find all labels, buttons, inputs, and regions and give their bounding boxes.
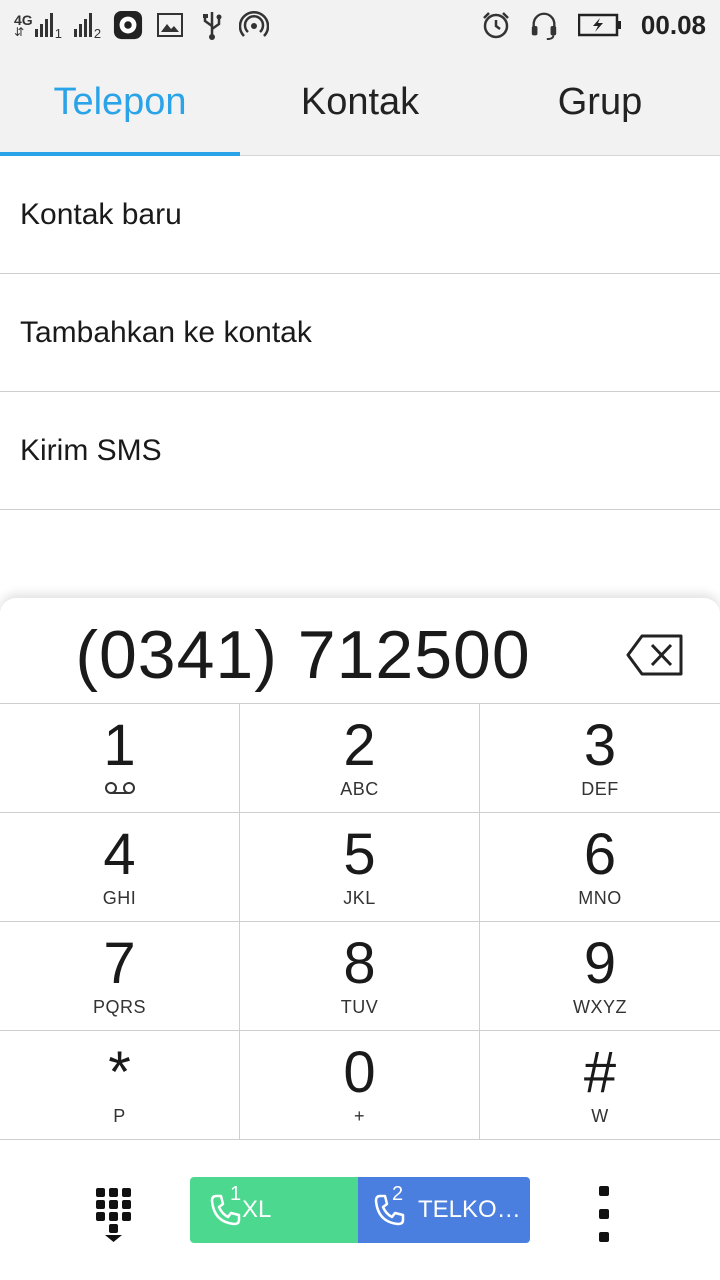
hotspot-icon xyxy=(239,10,270,40)
key-2[interactable]: 2 ABC xyxy=(240,704,480,813)
key-4[interactable]: 4 GHI xyxy=(0,813,240,922)
key-letters: W xyxy=(591,1105,609,1126)
add-to-contact-option[interactable]: Tambahkan ke kontak xyxy=(0,274,720,392)
music-icon xyxy=(113,10,143,40)
key-letters: P xyxy=(113,1105,126,1126)
dialed-number: (0341) 712500 xyxy=(75,617,531,693)
tab-telepon[interactable]: Telepon xyxy=(0,50,240,156)
status-bar: 4G ⇵ 1 2 00.08 xyxy=(0,0,720,50)
call-buttons: 1 XL 2 TELKOM... xyxy=(190,1177,530,1243)
key-digit: 8 xyxy=(343,930,376,996)
sim1-label: 1 xyxy=(54,26,62,41)
tab-bar: Telepon Kontak Grup xyxy=(0,50,720,156)
key-letters: WXYZ xyxy=(573,996,627,1017)
key-digit: 1 xyxy=(103,712,136,778)
key-digit: 7 xyxy=(103,930,136,996)
key-letters: PQRS xyxy=(92,996,146,1017)
sim2-label: 2 xyxy=(93,26,102,41)
key-letters: MNO xyxy=(578,887,622,908)
new-contact-option[interactable]: Kontak baru xyxy=(0,156,720,274)
backspace-icon[interactable] xyxy=(626,634,684,676)
dialer-action-bar: 1 XL 2 TELKOM... xyxy=(0,1142,720,1280)
key-1[interactable]: 1 xyxy=(0,704,240,813)
key-star[interactable]: * P xyxy=(0,1031,240,1140)
key-digit: 9 xyxy=(583,930,617,996)
key-digit: 3 xyxy=(583,712,617,778)
key-3[interactable]: 3 DEF xyxy=(480,704,720,813)
alarm-icon xyxy=(481,10,511,40)
usb-icon xyxy=(197,10,227,40)
clock: 00.08 xyxy=(640,9,706,40)
key-letters: JKL xyxy=(343,887,376,908)
call-sim1-button[interactable]: 1 XL xyxy=(190,1177,358,1243)
voicemail-icon xyxy=(104,779,136,800)
sim-slot-label: 1 xyxy=(230,1183,242,1205)
key-digit: # xyxy=(583,1039,617,1105)
key-letters: ABC xyxy=(340,778,379,799)
image-icon xyxy=(155,10,185,40)
headset-icon xyxy=(529,10,559,40)
key-9[interactable]: 9 WXYZ xyxy=(480,922,720,1031)
key-6[interactable]: 6 MNO xyxy=(480,813,720,922)
key-digit: * xyxy=(108,1039,131,1105)
key-hash[interactable]: # W xyxy=(480,1031,720,1140)
key-8[interactable]: 8 TUV xyxy=(240,922,480,1031)
carrier-label: TELKOM... xyxy=(418,1196,530,1223)
dialer-panel: (0341) 712500 1 2 ABC 3 DEF 4 GHI 5 JKL 6 MNO… xyxy=(0,598,720,1280)
key-0[interactable]: 0 + xyxy=(240,1031,480,1140)
battery-charging-icon xyxy=(577,10,623,40)
carrier-label: XL xyxy=(242,1196,272,1223)
call-sim2-button[interactable]: 2 TELKOM... xyxy=(358,1177,530,1243)
dialpad-toggle-icon[interactable] xyxy=(94,1186,140,1244)
number-display-row: (0341) 712500 xyxy=(0,598,720,704)
tab-kontak[interactable]: Kontak xyxy=(240,50,480,155)
key-digit: 4 xyxy=(103,821,136,887)
sim2-signal-icon: 2 xyxy=(73,13,101,41)
sim-slot-label: 2 xyxy=(392,1183,404,1205)
key-digit: 6 xyxy=(583,821,617,887)
key-letters: DEF xyxy=(581,778,619,799)
tab-grup[interactable]: Grup xyxy=(480,50,720,155)
sim1-signal-icon: 4G ⇵ 1 xyxy=(14,12,62,41)
send-sms-option[interactable]: Kirim SMS xyxy=(0,392,720,510)
key-digit: 5 xyxy=(343,821,376,887)
keypad: 1 2 ABC 3 DEF 4 GHI 5 JKL 6 MNO 7 PQRS 8 TUV 9W… xyxy=(0,704,720,1140)
key-7[interactable]: 7 PQRS xyxy=(0,922,240,1031)
key-letters: TUV xyxy=(340,996,379,1017)
key-letters: + xyxy=(353,1105,365,1126)
more-options-icon[interactable] xyxy=(596,1186,612,1242)
key-digit: 0 xyxy=(343,1039,376,1105)
key-digit: 2 xyxy=(343,712,376,778)
key-5[interactable]: 5 JKL xyxy=(240,813,480,922)
option-list: Kontak baru Tambahkan ke kontak Kirim SM… xyxy=(0,156,720,510)
key-letters: GHI xyxy=(102,887,137,908)
